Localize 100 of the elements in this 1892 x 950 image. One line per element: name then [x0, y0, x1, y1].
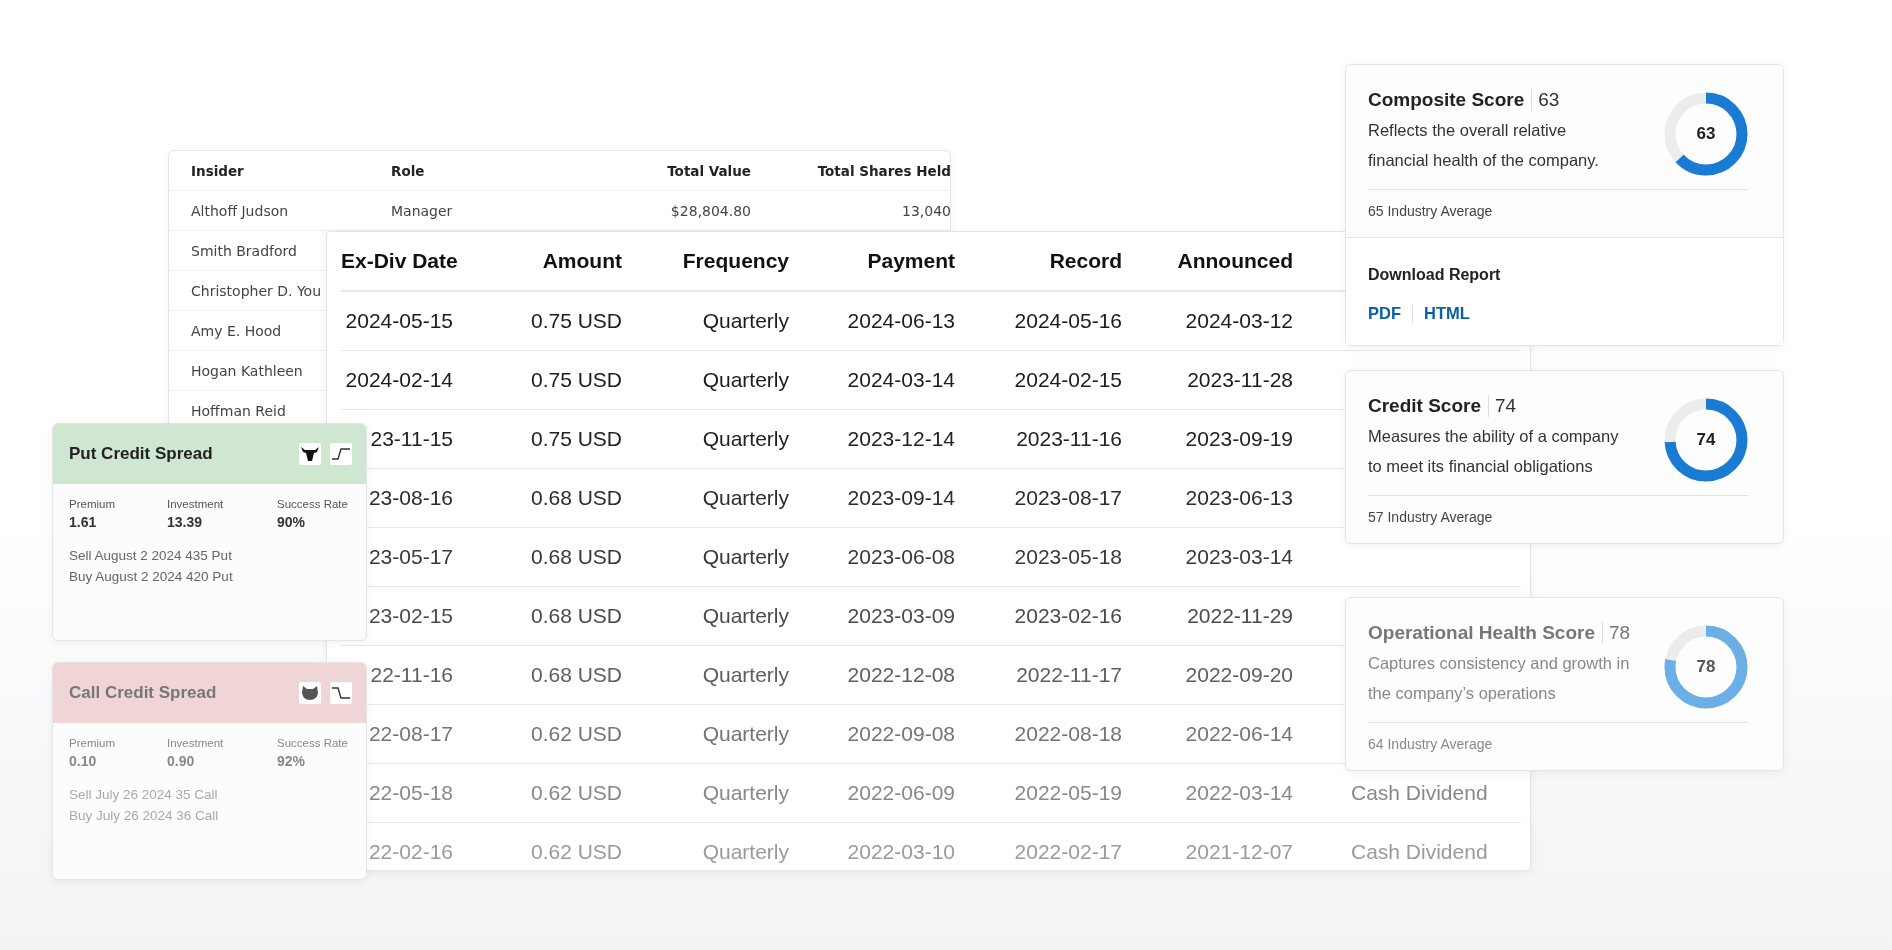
table-cell-text: 2024-03-14 — [846, 368, 955, 392]
table-cell-text: 2022-08-18 — [1013, 722, 1122, 746]
gauge-value: 63 — [1695, 124, 1717, 144]
table-cell-text: 2023-09-19 — [1184, 427, 1293, 451]
card-title: Put Credit Spread — [69, 444, 213, 464]
table-cell-text: 2023-06-08 — [846, 545, 955, 569]
table-cell-text: 2024-03-12 — [1184, 309, 1293, 333]
table-cell-text: 0.62 USD — [529, 781, 622, 805]
stat-value: 0.90 — [167, 753, 196, 769]
stat-value: 90% — [277, 514, 307, 530]
table-cell-text: 22-05-18 — [367, 781, 453, 805]
industry-average: 64 Industry Average — [1368, 722, 1749, 770]
score-description: Measures the ability of a company to meet its financial obligations — [1368, 426, 1620, 477]
table-cell-text: 0.75 USD — [529, 309, 622, 333]
table-cell-text: 2022-11-17 — [1015, 663, 1122, 687]
stat-label: Premium — [69, 737, 116, 749]
score-value: 74 — [1494, 395, 1517, 417]
stat-label: Success Rate — [277, 498, 349, 510]
table-cell-text: 2022-03-14 — [1184, 781, 1293, 805]
column-header: Insider — [191, 162, 245, 179]
score-description: Captures consistency and growth in the company’s operations — [1368, 653, 1630, 704]
table-cell-text: 2022-09-08 — [846, 722, 955, 746]
column-header: Announced — [1176, 249, 1293, 273]
download-link[interactable]: PDF — [1368, 304, 1401, 323]
score-value: 78 — [1608, 622, 1631, 644]
stat-value: 0.10 — [69, 753, 98, 769]
card-title: Call Credit Spread — [69, 683, 217, 703]
score-title: Composite Score — [1368, 89, 1533, 111]
table-cell-text: 22-02-16 — [367, 840, 453, 864]
table-cell-text: Quarterly — [701, 722, 789, 746]
table-cell-text: 2024-05-16 — [1013, 309, 1122, 333]
table-cell-text: 2022-06-09 — [846, 781, 955, 805]
gauge-value: 78 — [1695, 657, 1717, 677]
column-header: Frequency — [681, 249, 789, 273]
table-cell-text: Cash Dividend — [1350, 840, 1489, 864]
download-link[interactable]: HTML — [1424, 304, 1470, 323]
table-cell-text: 2023-12-14 — [846, 427, 955, 451]
table-cell-text: 2023-11-28 — [1186, 368, 1293, 392]
table-cell-text: 0.68 USD — [529, 486, 622, 510]
gauge-value: 74 — [1695, 430, 1717, 450]
table-cell-text: 2021-12-07 — [1184, 840, 1293, 864]
table-cell-text: 2024-05-15 — [344, 309, 453, 333]
table-cell-text: 2023-03-09 — [846, 604, 955, 628]
table-cell-text: 22-11-16 — [369, 663, 453, 687]
table-cell-text: Hogan Kathleen — [191, 362, 304, 379]
table-cell-text: 2023-09-14 — [846, 486, 955, 510]
table-cell-text: 2024-06-13 — [846, 309, 955, 333]
download-title: Download Report — [1368, 266, 1502, 284]
table-cell-text: 2024-02-14 — [344, 368, 453, 392]
column-header: Total Value — [666, 162, 751, 179]
table-cell-text: 0.68 USD — [529, 604, 622, 628]
bull-icon[interactable] — [299, 443, 321, 465]
table-cell-text: Amy E. Hood — [191, 322, 283, 339]
table-cell-text: 2022-06-14 — [1184, 722, 1293, 746]
table-cell-text: 0.62 USD — [529, 722, 622, 746]
stat-value: 92% — [277, 753, 307, 769]
table-cell-text: 23-02-15 — [367, 604, 453, 628]
table-cell-text: 2023-03-14 — [1184, 545, 1293, 569]
table-cell-text: Quarterly — [701, 663, 789, 687]
table-cell-text: Quarterly — [701, 309, 789, 333]
table-cell-text: 23-05-17 — [367, 545, 453, 569]
column-header: Payment — [866, 249, 955, 273]
industry-average: 57 Industry Average — [1368, 495, 1749, 543]
column-header: Total Shares Held — [816, 162, 950, 179]
option-leg-text: Buy July 26 2024 36 Call — [69, 808, 220, 823]
table-cell-text: Quarterly — [701, 427, 789, 451]
table-cell-text: $28,804.80 — [669, 202, 751, 219]
table-cell-text: Quarterly — [701, 840, 789, 864]
option-leg-text: Sell August 2 2024 435 Put — [69, 548, 233, 563]
table-cell-text: 2022-12-08 — [846, 663, 955, 687]
table-cell-text: 2022-02-17 — [1013, 840, 1122, 864]
table-cell-text: 2023-08-17 — [1013, 486, 1122, 510]
bear-icon[interactable] — [299, 682, 321, 704]
table-cell-text: 2023-06-13 — [1184, 486, 1293, 510]
stat-value: 1.61 — [69, 514, 98, 530]
table-cell-text: 2024-02-15 — [1013, 368, 1122, 392]
table-cell-text: 0.68 USD — [529, 663, 622, 687]
table-cell-text: Quarterly — [701, 604, 789, 628]
score-value: 63 — [1537, 89, 1560, 111]
table-cell-text: 0.68 USD — [529, 545, 622, 569]
option-leg-text: Buy August 2 2024 420 Put — [69, 569, 234, 584]
table-cell-text: 13,040 — [901, 202, 950, 219]
table-cell-text: 2023-02-16 — [1013, 604, 1122, 628]
option-leg-text: Sell July 26 2024 35 Call — [69, 787, 219, 802]
table-cell-text: 0.75 USD — [529, 427, 622, 451]
stat-label: Investment — [167, 498, 225, 510]
stat-value: 13.39 — [167, 514, 204, 530]
stat-label: Investment — [167, 737, 225, 749]
table-cell-text: 2022-09-20 — [1184, 663, 1293, 687]
column-header: Record — [1048, 249, 1122, 273]
table-cell-text: 0.75 USD — [529, 368, 622, 392]
table-cell-text: 0.62 USD — [529, 840, 622, 864]
table-cell-text: Quarterly — [701, 781, 789, 805]
score-description: Reflects the overall relative financial health of the company. — [1368, 120, 1600, 171]
table-cell-text: 2022-05-19 — [1013, 781, 1122, 805]
table-cell-text: Quarterly — [701, 486, 789, 510]
score-title: Operational Health Score — [1368, 622, 1603, 644]
stat-label: Premium — [69, 498, 116, 510]
table-cell-text: Cash Dividend — [1350, 781, 1489, 805]
table-cell-text: 2023-11-16 — [1015, 427, 1122, 451]
